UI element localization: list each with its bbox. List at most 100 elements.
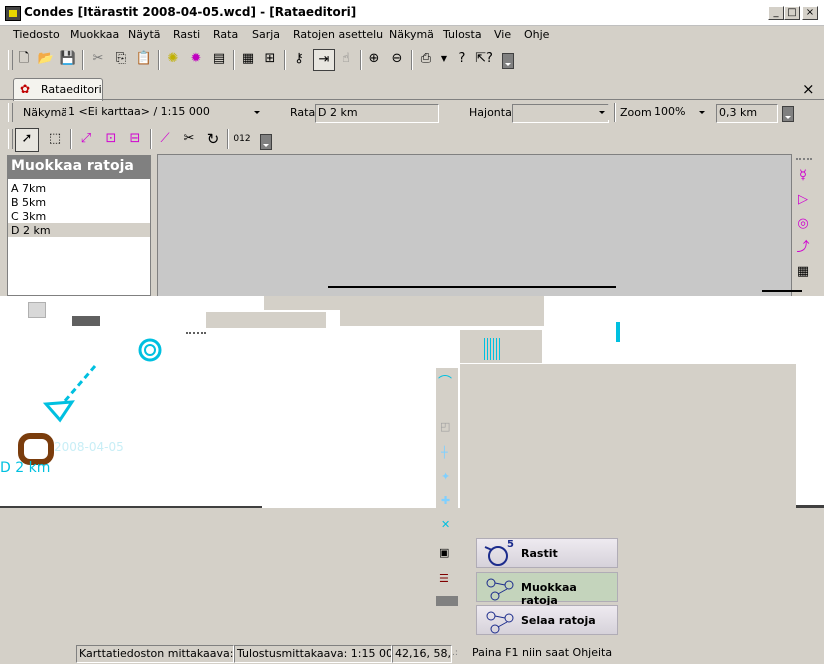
menu-sarja[interactable]: Sarja bbox=[252, 28, 280, 41]
toolbar-grip bbox=[796, 158, 812, 160]
menu-rata[interactable]: Rata bbox=[213, 28, 238, 41]
separator bbox=[227, 129, 229, 149]
cut-leg-icon[interactable]: ⟋ bbox=[155, 129, 175, 149]
add-control-icon[interactable]: ⤢ bbox=[76, 129, 96, 149]
toolbar-overflow-icon[interactable] bbox=[260, 134, 272, 150]
tab-rataeditori[interactable]: ✿ Rataeditori bbox=[13, 78, 103, 101]
maximize-button[interactable]: □ bbox=[784, 6, 800, 20]
pointer-icon[interactable]: ➚ bbox=[15, 128, 39, 152]
toolbar-grip bbox=[8, 129, 13, 149]
status-coordinates: 42,16, 58, bbox=[392, 645, 452, 663]
separator bbox=[360, 50, 362, 70]
menu-tiedosto[interactable]: Tiedosto bbox=[13, 28, 60, 41]
toolbar-overflow-icon[interactable] bbox=[502, 53, 514, 69]
glitch-gray-block bbox=[620, 364, 796, 642]
scissors-icon[interactable]: ✂ bbox=[179, 129, 199, 149]
scroll-arrow-icon[interactable] bbox=[436, 596, 458, 606]
paste-icon[interactable]: 📋 bbox=[134, 49, 154, 69]
remove-control-icon[interactable]: ⊟ bbox=[125, 129, 145, 149]
view-dropdown-icon[interactable] bbox=[249, 105, 264, 120]
zoom-dropdown-icon[interactable] bbox=[694, 105, 709, 120]
description-icon[interactable]: ▤ bbox=[209, 49, 229, 69]
status-map-scale: Karttatiedoston mittakaava: 1:1 bbox=[76, 645, 234, 663]
mode-button-rastit[interactable]: 5 Rastit bbox=[476, 538, 618, 568]
crosshair-icon[interactable]: ┼ bbox=[441, 446, 448, 459]
zoom-out-icon[interactable]: ⊖ bbox=[387, 49, 407, 69]
course-item-a[interactable]: A 7km bbox=[11, 182, 46, 195]
context-help-icon[interactable]: ⇱? bbox=[474, 49, 494, 69]
pattern-icon[interactable]: ▦ bbox=[793, 262, 813, 282]
separator bbox=[411, 50, 413, 70]
key-icon[interactable]: ⚷ bbox=[289, 49, 309, 69]
glitch-gray-block bbox=[796, 508, 824, 642]
help-icon[interactable]: ? bbox=[452, 49, 472, 69]
glitch-gray-area bbox=[0, 508, 432, 642]
open-folder-icon[interactable]: 📂 bbox=[36, 49, 56, 69]
distance-field: 0,3 km bbox=[716, 104, 778, 123]
menu-muokkaa[interactable]: Muokkaa bbox=[70, 28, 119, 41]
curve-icon[interactable]: ⌒ bbox=[438, 372, 452, 392]
bucket-icon[interactable]: ◰ bbox=[440, 420, 450, 433]
grid-icon[interactable]: ▦ bbox=[238, 49, 258, 69]
glitch-gray-strip bbox=[340, 296, 544, 326]
mode-button-muokkaa-ratoja[interactable]: Muokkaa ratoja bbox=[476, 572, 618, 607]
spread-label: Hajonta: bbox=[469, 106, 516, 119]
select-mode-icon[interactable]: ⇥ bbox=[313, 49, 335, 71]
rotate-icon[interactable]: ↻ bbox=[203, 129, 223, 149]
edit-courses-icon bbox=[486, 578, 514, 601]
sparkle-icon[interactable]: ✦ bbox=[441, 470, 450, 483]
print-icon[interactable]: ⎙ bbox=[416, 49, 436, 69]
control-circle bbox=[138, 338, 162, 362]
insert-control-icon[interactable]: ⊡ bbox=[101, 129, 121, 149]
finish-circle-icon[interactable]: ◎ bbox=[793, 214, 813, 234]
menu-nakyma[interactable]: Näkymä bbox=[389, 28, 434, 41]
plus-icon[interactable]: ✚ bbox=[441, 494, 450, 507]
triangle-icon[interactable]: ▷ bbox=[793, 190, 813, 210]
copy-icon[interactable]: ⎘ bbox=[111, 49, 131, 69]
course-item-c[interactable]: C 3km bbox=[11, 210, 46, 223]
zoom-in-icon[interactable]: ⊕ bbox=[364, 49, 384, 69]
start-symbol-icon[interactable]: ☿ bbox=[793, 166, 813, 186]
tab-row bbox=[0, 76, 824, 100]
separator bbox=[82, 50, 84, 70]
separator bbox=[614, 103, 616, 122]
course-item-b[interactable]: B 5km bbox=[11, 196, 46, 209]
x-mark-icon[interactable]: ✕ bbox=[441, 518, 450, 531]
spread-dropdown-icon[interactable] bbox=[594, 105, 609, 120]
print-dropdown-icon[interactable]: ▼ bbox=[434, 49, 454, 69]
course-item-d[interactable]: D 2 km bbox=[11, 224, 51, 237]
table-icon[interactable]: ⊞ bbox=[260, 49, 280, 69]
mode-button-selaa-ratoja[interactable]: Selaa ratoja bbox=[476, 605, 618, 635]
menu-ratojen-asettelu[interactable]: Ratojen asettelu bbox=[293, 28, 383, 41]
glitch-dark-line bbox=[796, 505, 824, 508]
menu-rasti[interactable]: Rasti bbox=[173, 28, 200, 41]
menu-tulosta[interactable]: Tulosta bbox=[443, 28, 482, 41]
map-faded-text: 2008-04-05 bbox=[54, 440, 124, 454]
view-select[interactable]: 1 <Ei karttaa> / 1:15 000 bbox=[66, 104, 263, 121]
save-icon[interactable]: 💾 bbox=[58, 49, 78, 69]
glitch-black-line bbox=[328, 286, 616, 288]
glitch-small-box bbox=[28, 302, 46, 318]
menu-nayta[interactable]: Näytä bbox=[128, 28, 161, 41]
map-canvas[interactable] bbox=[157, 154, 792, 298]
hand-icon[interactable]: ☝ bbox=[336, 49, 356, 69]
status-help: Paina F1 niin saat Ohjeita bbox=[472, 646, 613, 659]
new-file-icon[interactable]: 🗋 bbox=[14, 49, 34, 69]
picture-icon[interactable]: ▣ bbox=[439, 546, 449, 559]
toolbar-overflow-icon[interactable] bbox=[782, 106, 794, 122]
legend-icon[interactable]: ☰ bbox=[439, 572, 449, 585]
glitch-cyan-stripes bbox=[484, 338, 500, 360]
route-icon[interactable]: ⤴ bbox=[793, 238, 813, 258]
close-window-button[interactable]: × bbox=[802, 6, 818, 20]
close-tab-icon[interactable]: × bbox=[802, 80, 815, 98]
cut-icon[interactable]: ✂ bbox=[88, 49, 108, 69]
menu-vie[interactable]: Vie bbox=[494, 28, 511, 41]
glitch-gray-block bbox=[460, 330, 542, 363]
control-edit-icon[interactable]: ✹ bbox=[186, 49, 206, 69]
control-icon[interactable]: ✺ bbox=[163, 49, 183, 69]
select-area-icon[interactable]: ⬚ bbox=[45, 129, 65, 149]
menu-ohje[interactable]: Ohje bbox=[524, 28, 549, 41]
map-course-label: D 2 km bbox=[0, 460, 51, 476]
minimize-button[interactable]: _ bbox=[768, 6, 784, 20]
numbering-icon[interactable]: 012 bbox=[232, 129, 252, 149]
